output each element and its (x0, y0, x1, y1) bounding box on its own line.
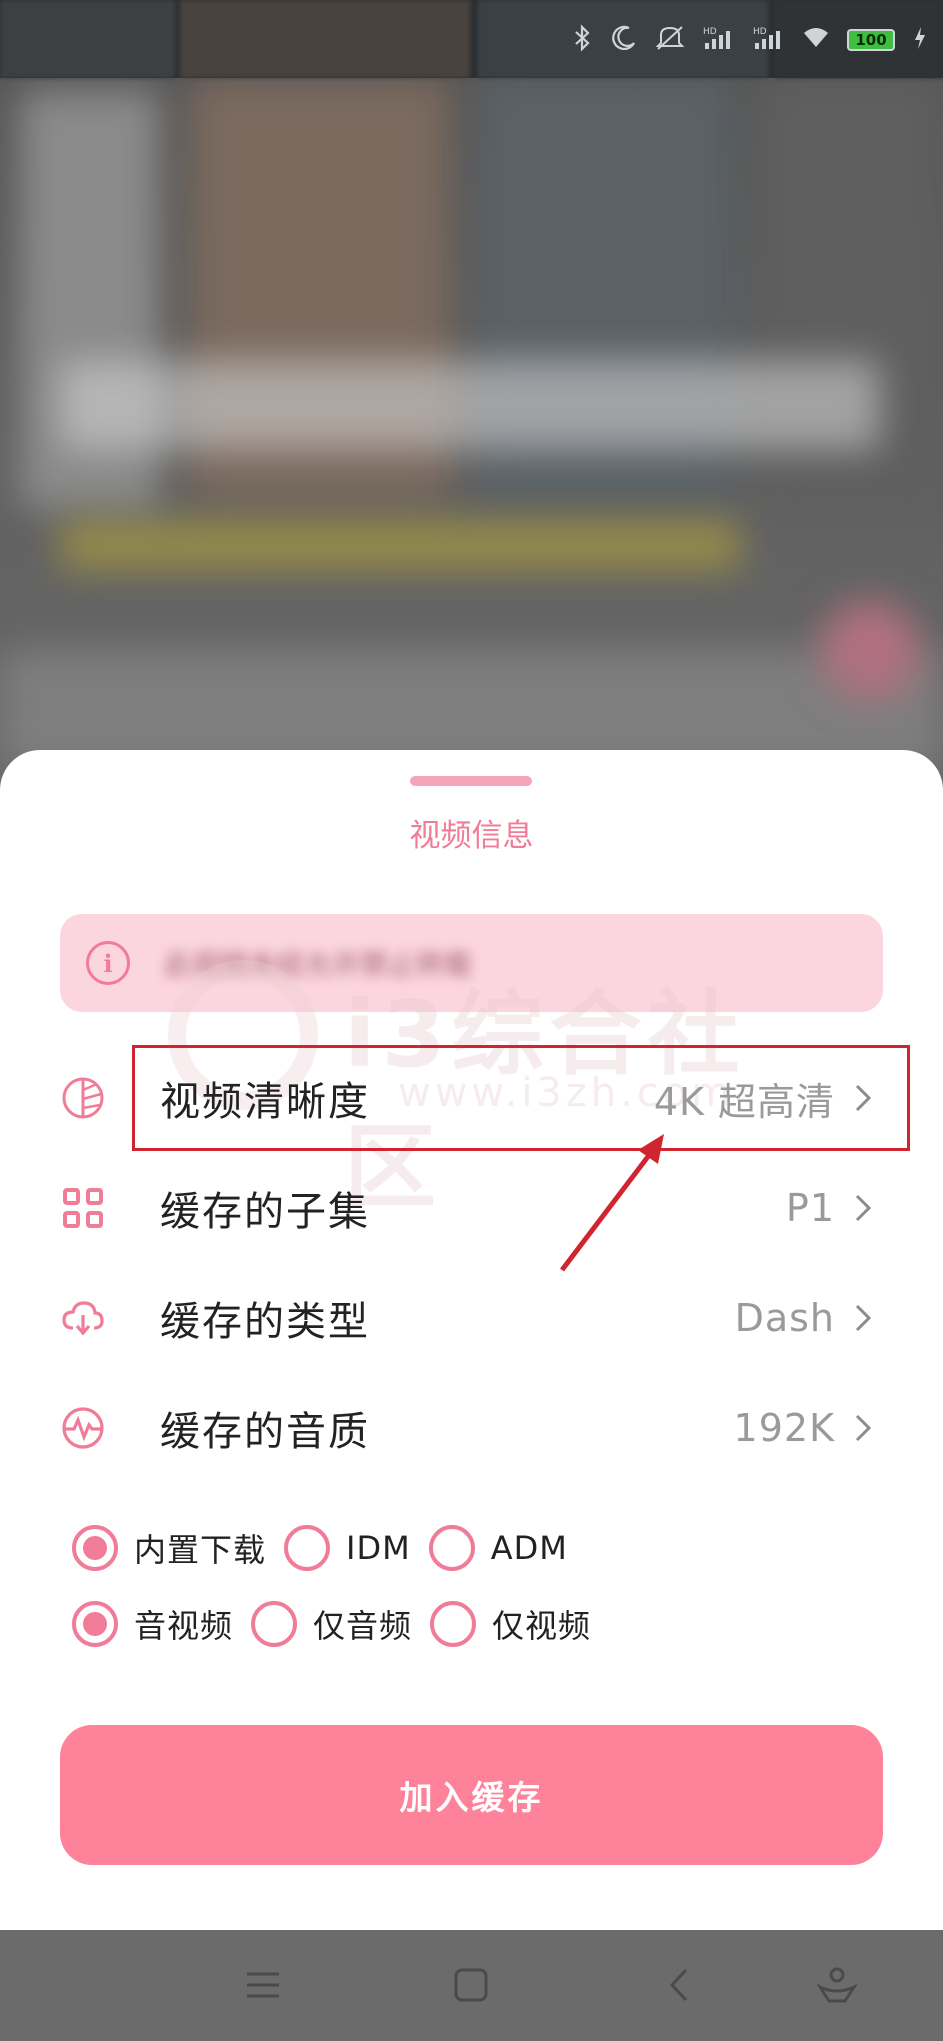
setting-row-cache-type[interactable]: 缓存的类型 Dash (0, 1263, 943, 1373)
option-label: 音视频 (134, 1607, 234, 1645)
back-icon[interactable] (654, 1960, 704, 2010)
notice-banner: i 此视频未经允许禁止转载 (60, 914, 883, 1012)
radio-button-selected[interactable] (72, 1525, 118, 1571)
radio-button-selected[interactable] (72, 1601, 118, 1647)
media-options: 音视频 仅音频 仅视频 (72, 1601, 609, 1647)
hd-signal-icon: HD (753, 25, 785, 56)
home-icon[interactable] (446, 1960, 496, 2010)
thumbnail-image (0, 0, 175, 78)
status-bar: HD HD 100 (0, 0, 943, 78)
radio-button[interactable] (251, 1601, 298, 1647)
status-icons: HD HD 100 (573, 23, 927, 57)
mute-icon (655, 25, 685, 56)
sheet-title: 视频信息 (409, 818, 534, 854)
radio-button[interactable] (284, 1525, 331, 1571)
grid-icon (60, 1185, 106, 1231)
notice-text: 此视频未经允许禁止转载 (164, 948, 473, 981)
svg-text:HD: HD (703, 27, 717, 37)
annotation-arrow (560, 1134, 664, 1272)
charging-icon (913, 26, 927, 55)
setting-label: 缓存的子集 (160, 1189, 370, 1235)
hd-signal-icon: HD (703, 25, 735, 56)
radio-button[interactable] (428, 1525, 475, 1571)
option-label: IDM (346, 1529, 411, 1567)
setting-value: P1 (785, 1186, 835, 1230)
setting-label: 缓存的音质 (160, 1409, 370, 1455)
wifi-icon (803, 27, 829, 54)
chevron-right-icon (845, 1190, 881, 1226)
chevron-right-icon (845, 1300, 881, 1336)
info-icon: i (86, 941, 130, 985)
sheet-drag-handle[interactable] (410, 776, 532, 786)
annotation-highlight-box (132, 1045, 910, 1151)
option-idm[interactable]: IDM (284, 1525, 411, 1571)
svg-text:HD: HD (753, 27, 767, 37)
downloader-options: 内置下载 IDM ADM (72, 1525, 586, 1571)
setting-row-subset[interactable]: 缓存的子集 P1 (0, 1153, 943, 1263)
add-to-cache-button[interactable]: 加入缓存 (60, 1725, 883, 1865)
battery-icon: 100 (847, 29, 895, 51)
option-audio-only[interactable]: 仅音频 (251, 1601, 412, 1647)
option-label: 仅音频 (313, 1607, 413, 1645)
option-video-only[interactable]: 仅视频 (430, 1601, 591, 1647)
option-label: ADM (490, 1529, 568, 1567)
moon-icon (611, 25, 637, 56)
option-label: 内置下载 (134, 1531, 267, 1569)
menu-icon[interactable] (238, 1960, 288, 2010)
setting-row-audio-quality[interactable]: 缓存的音质 192K (0, 1373, 943, 1483)
radio-button[interactable] (430, 1601, 477, 1647)
cloud-download-icon (60, 1295, 106, 1341)
audio-wave-icon (60, 1405, 106, 1451)
option-audio-video[interactable]: 音视频 (72, 1601, 233, 1647)
chevron-right-icon (845, 1410, 881, 1446)
assistant-icon[interactable] (812, 1960, 862, 2010)
setting-value: 192K (733, 1406, 835, 1450)
option-builtin-download[interactable]: 内置下载 (72, 1525, 266, 1571)
bluetooth-icon (573, 23, 593, 57)
option-label: 仅视频 (492, 1607, 592, 1645)
quality-icon (60, 1075, 106, 1121)
option-adm[interactable]: ADM (428, 1525, 568, 1571)
setting-value: Dash (734, 1296, 835, 1340)
thumbnail-image (180, 0, 470, 78)
system-nav-bar (0, 1930, 943, 2041)
video-info-sheet: 视频信息 i 此视频未经允许禁止转载 i3综合社区 www.i3zh.com 视… (0, 750, 943, 1930)
setting-label: 缓存的类型 (160, 1299, 370, 1345)
